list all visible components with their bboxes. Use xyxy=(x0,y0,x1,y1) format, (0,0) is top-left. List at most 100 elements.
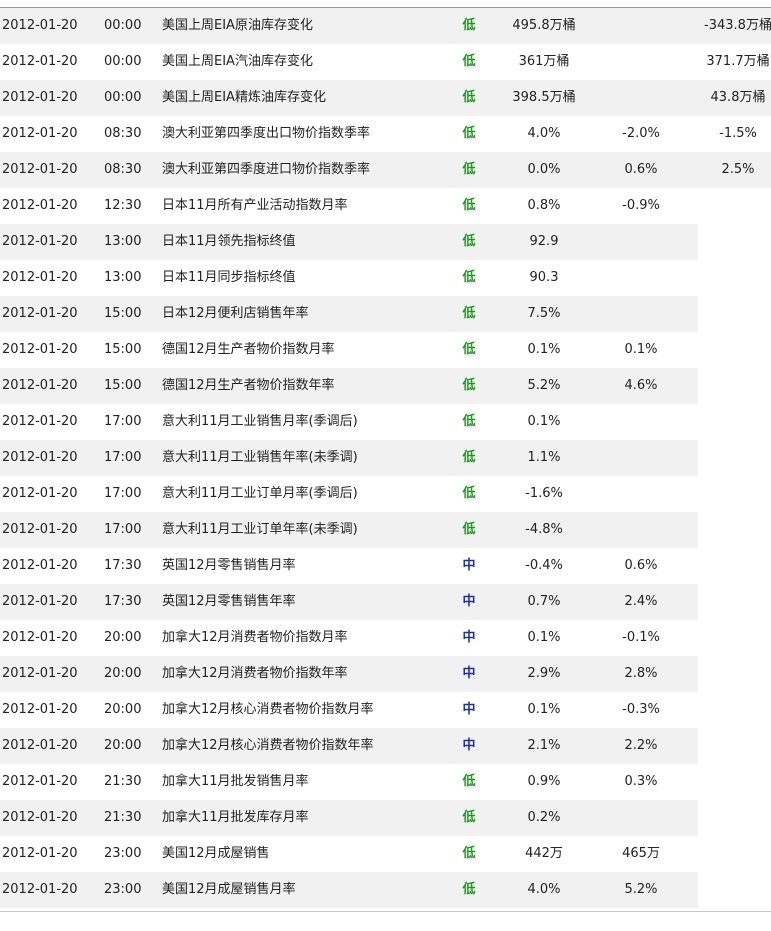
event-name: 美国12月成屋销售 xyxy=(162,846,270,861)
event-date: 2012-01-20 xyxy=(2,90,78,105)
event-date: 2012-01-20 xyxy=(2,810,78,825)
table-row: 2012-01-20 15:00 日本12月便利店销售年率低 7.5% xyxy=(0,296,771,332)
previous-value xyxy=(690,656,771,692)
forecast-value: -0.9% xyxy=(622,198,660,213)
table-row: 2012-01-20 00:00 美国上周EIA原油库存变化低 495.8万桶 -343… xyxy=(0,8,771,44)
forecast-value: 465万 xyxy=(622,846,660,861)
event-time: 20:00 xyxy=(104,666,142,681)
event-time: 13:00 xyxy=(104,270,142,285)
importance-badge: 低 xyxy=(462,126,476,141)
event-name: 日本11月领先指标终值 xyxy=(162,234,296,249)
previous-value: 2.5% xyxy=(721,162,755,177)
previous-value xyxy=(690,224,771,260)
event-date: 2012-01-20 xyxy=(2,882,78,897)
forecast-value xyxy=(586,800,696,836)
importance-badge: 低 xyxy=(462,162,476,177)
table-row: 2012-01-20 13:00 日本11月同步指标终值低 90.3 xyxy=(0,260,771,296)
table-row: 2012-01-20 13:00 日本11月领先指标终值低 92.9 xyxy=(0,224,771,260)
event-date: 2012-01-20 xyxy=(2,378,78,393)
importance-badge: 低 xyxy=(462,234,476,249)
previous-value xyxy=(690,764,771,800)
previous-value xyxy=(690,296,771,332)
previous-value xyxy=(690,440,771,476)
event-date: 2012-01-20 xyxy=(2,450,78,465)
event-date: 2012-01-20 xyxy=(2,270,78,285)
importance-badge: 低 xyxy=(462,486,476,501)
forecast-value xyxy=(586,224,696,260)
event-date: 2012-01-20 xyxy=(2,126,78,141)
previous-value: 371.7万桶 xyxy=(706,54,770,69)
event-name: 英国12月零售销售月率 xyxy=(162,558,296,573)
forecast-value xyxy=(586,512,696,548)
table-row: 2012-01-20 17:00 意大利11月工业销售年率(未季调) 低 1.1% xyxy=(0,440,771,476)
importance-badge: 低 xyxy=(462,450,476,465)
event-name: 美国上周EIA汽油库存变化 xyxy=(162,54,313,69)
event-name: 意大利11月工业销售年率(未季调) xyxy=(162,450,358,465)
previous-value xyxy=(690,728,771,764)
previous-value xyxy=(690,836,771,872)
event-date: 2012-01-20 xyxy=(2,666,78,681)
previous-value xyxy=(690,260,771,296)
event-time: 17:30 xyxy=(104,558,142,573)
event-time: 20:00 xyxy=(104,738,142,753)
event-time: 20:00 xyxy=(104,702,142,717)
forecast-value: 5.2% xyxy=(624,882,658,897)
event-name: 澳大利亚第四季度出口物价指数季率 xyxy=(162,126,371,141)
forecast-value: 0.6% xyxy=(624,162,658,177)
previous-value xyxy=(690,548,771,584)
event-name: 日本11月所有产业活动指数月率 xyxy=(162,198,348,213)
forecast-value: 2.8% xyxy=(624,666,658,681)
table-row: 2012-01-20 08:30 澳大利亚第四季度出口物价指数季率低 4.0% -2.0… xyxy=(0,116,771,152)
event-name: 意大利11月工业销售月率(季调后) xyxy=(162,414,358,429)
forecast-value xyxy=(586,80,696,116)
table-row: 2012-01-20 21:30 加拿大11月批发库存月率低 0.2% xyxy=(0,800,771,836)
event-date: 2012-01-20 xyxy=(2,54,78,69)
importance-badge: 中 xyxy=(462,702,476,717)
importance-badge: 低 xyxy=(462,18,476,33)
event-date: 2012-01-20 xyxy=(2,306,78,321)
importance-badge: 中 xyxy=(462,594,476,609)
event-name: 意大利11月工业订单年率(未季调) xyxy=(162,522,358,537)
previous-value: -343.8万桶 xyxy=(704,18,771,33)
event-name: 加拿大12月消费者物价指数月率 xyxy=(162,630,348,645)
event-time: 00:00 xyxy=(104,18,142,33)
previous-value xyxy=(690,872,771,908)
previous-value xyxy=(690,404,771,440)
forecast-value: 2.2% xyxy=(624,738,658,753)
event-date: 2012-01-20 xyxy=(2,414,78,429)
previous-value: 43.8万桶 xyxy=(710,90,766,105)
table-row: 2012-01-20 00:00 美国上周EIA汽油库存变化低 361万桶 371.7万… xyxy=(0,44,771,80)
table-row: 2012-01-20 20:00 加拿大12月消费者物价指数月率中 0.1% -0.1% xyxy=(0,620,771,656)
previous-value xyxy=(690,188,771,224)
event-time: 23:00 xyxy=(104,882,142,897)
event-name: 英国12月零售销售年率 xyxy=(162,594,296,609)
event-time: 20:00 xyxy=(104,630,142,645)
previous-value xyxy=(690,692,771,728)
importance-badge: 低 xyxy=(462,774,476,789)
forecast-value: 0.1% xyxy=(624,342,658,357)
importance-badge: 低 xyxy=(462,198,476,213)
importance-badge: 低 xyxy=(462,90,476,105)
event-date: 2012-01-20 xyxy=(2,486,78,501)
table-row: 2012-01-20 21:30 加拿大11月批发销售月率低 0.9% 0.3% xyxy=(0,764,771,800)
event-time: 17:00 xyxy=(104,522,142,537)
table-row: 2012-01-20 20:00 加拿大12月核心消费者物价指数年率中 2.1% 2.2… xyxy=(0,728,771,764)
event-time: 00:00 xyxy=(104,54,142,69)
importance-badge: 低 xyxy=(462,522,476,537)
event-name: 日本12月便利店销售年率 xyxy=(162,306,309,321)
table-row: 2012-01-20 17:30 英国12月零售销售年率中 0.7% 2.4% xyxy=(0,584,771,620)
event-time: 17:00 xyxy=(104,486,142,501)
event-date: 2012-01-20 xyxy=(2,774,78,789)
importance-badge: 中 xyxy=(462,738,476,753)
previous-value xyxy=(690,476,771,512)
importance-badge: 中 xyxy=(462,558,476,573)
event-date: 2012-01-20 xyxy=(2,198,78,213)
event-name: 日本11月同步指标终值 xyxy=(162,270,296,285)
previous-value: -1.5% xyxy=(719,126,757,141)
event-date: 2012-01-20 xyxy=(2,738,78,753)
table-row: 2012-01-20 00:00 美国上周EIA精炼油库存变化低 398.5万桶 43.… xyxy=(0,80,771,116)
event-date: 2012-01-20 xyxy=(2,342,78,357)
forecast-value xyxy=(586,260,696,296)
event-time: 08:30 xyxy=(104,126,142,141)
importance-badge: 中 xyxy=(462,630,476,645)
